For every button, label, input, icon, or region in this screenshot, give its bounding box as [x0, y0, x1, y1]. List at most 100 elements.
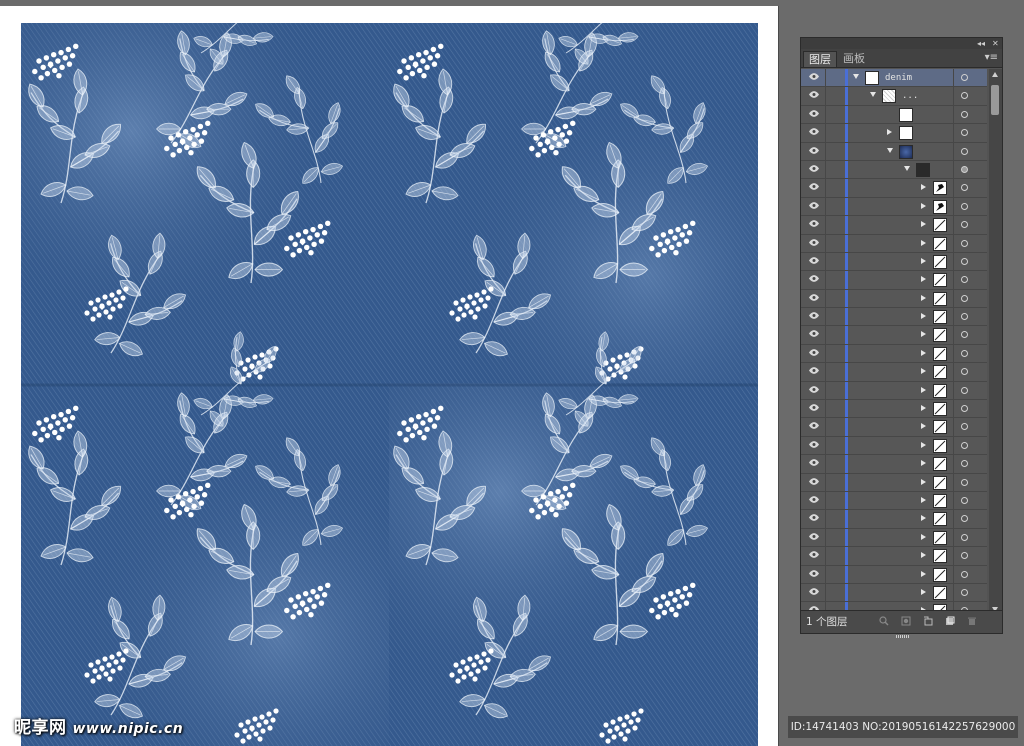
visibility-eye-icon[interactable]	[809, 128, 819, 136]
visibility-eye-icon[interactable]	[809, 312, 819, 319]
layer-row[interactable]	[801, 473, 987, 492]
layer-row[interactable]	[801, 583, 987, 603]
expand-arrow-down-icon[interactable]	[853, 74, 859, 79]
expand-arrow-right-icon[interactable]	[921, 184, 926, 191]
visibility-eye-icon[interactable]	[809, 73, 819, 80]
visibility-eye-icon[interactable]	[809, 257, 819, 264]
layer-row[interactable]	[801, 436, 987, 456]
target-circle-icon[interactable]	[961, 165, 968, 173]
lock-toggle[interactable]	[825, 124, 826, 142]
scroll-up-icon[interactable]	[992, 72, 998, 77]
tab-layers[interactable]: 图层	[803, 51, 837, 67]
layer-row[interactable]	[801, 289, 987, 309]
layer-name[interactable]: ...	[902, 87, 918, 105]
lock-toggle[interactable]	[825, 271, 826, 289]
artboard[interactable]	[0, 6, 779, 746]
layer-row[interactable]	[801, 252, 987, 272]
lock-toggle[interactable]	[825, 381, 826, 400]
layer-row[interactable]	[801, 400, 987, 419]
lock-toggle[interactable]	[825, 528, 826, 547]
visibility-eye-icon[interactable]	[809, 459, 819, 467]
visibility-eye-icon[interactable]	[809, 367, 819, 375]
expand-arrow-down-icon[interactable]	[870, 92, 876, 98]
layer-row[interactable]: ...	[801, 87, 987, 106]
target-circle-icon[interactable]	[961, 570, 968, 578]
target-circle-icon[interactable]	[961, 74, 968, 81]
lock-toggle[interactable]	[825, 142, 826, 160]
visibility-eye-icon[interactable]	[809, 440, 819, 448]
lock-toggle[interactable]	[825, 547, 826, 565]
close-panel-icon[interactable]: ✕	[992, 38, 999, 49]
expand-arrow-right-icon[interactable]	[921, 533, 926, 540]
lock-toggle[interactable]	[825, 400, 826, 418]
target-circle-icon[interactable]	[961, 129, 968, 137]
visibility-eye-icon[interactable]	[809, 532, 819, 540]
visibility-eye-icon[interactable]	[809, 275, 819, 283]
layers-panel[interactable]: ◂◂ ✕ 图层 画板 ▾≡ denim... 1 个图层	[800, 37, 1003, 638]
expand-arrow-right-icon[interactable]	[921, 423, 926, 430]
lock-toggle[interactable]	[825, 160, 826, 179]
make-clipping-mask-icon[interactable]	[901, 616, 911, 626]
target-circle-icon[interactable]	[961, 478, 968, 486]
target-circle-icon[interactable]	[961, 294, 968, 302]
expand-arrow-down-icon[interactable]	[904, 165, 910, 171]
layer-row[interactable]: denim	[801, 69, 987, 88]
layer-row[interactable]	[801, 344, 987, 364]
target-circle-icon[interactable]	[961, 552, 968, 560]
lock-toggle[interactable]	[825, 87, 826, 105]
layer-row[interactable]	[801, 308, 987, 327]
expand-arrow-right-icon[interactable]	[921, 294, 926, 301]
target-circle-icon[interactable]	[961, 276, 968, 284]
lock-toggle[interactable]	[825, 69, 826, 87]
layer-row[interactable]	[801, 142, 987, 161]
panel-resize-grip[interactable]	[896, 635, 910, 638]
expand-arrow-right-icon[interactable]	[921, 386, 926, 393]
lock-toggle[interactable]	[825, 583, 826, 602]
target-circle-icon[interactable]	[961, 533, 968, 541]
target-circle-icon[interactable]	[961, 368, 968, 376]
layer-row[interactable]	[801, 216, 987, 235]
layer-row[interactable]	[801, 105, 987, 125]
layer-row[interactable]	[801, 602, 987, 610]
visibility-eye-icon[interactable]	[809, 220, 819, 227]
target-circle-icon[interactable]	[961, 588, 968, 596]
layer-row[interactable]	[801, 179, 987, 198]
layer-row[interactable]	[801, 363, 987, 382]
layer-row[interactable]	[801, 271, 987, 290]
target-circle-icon[interactable]	[961, 496, 968, 504]
expand-arrow-right-icon[interactable]	[921, 515, 926, 522]
target-circle-icon[interactable]	[961, 441, 968, 449]
expand-arrow-right-icon[interactable]	[921, 460, 926, 467]
layer-row[interactable]	[801, 418, 987, 437]
lock-toggle[interactable]	[825, 308, 826, 326]
visibility-eye-icon[interactable]	[809, 385, 819, 393]
target-circle-icon[interactable]	[961, 221, 968, 229]
expand-arrow-down-icon[interactable]	[887, 147, 893, 153]
lock-toggle[interactable]	[825, 234, 826, 252]
lock-toggle[interactable]	[825, 418, 826, 436]
expand-arrow-right-icon[interactable]	[921, 368, 926, 375]
lock-toggle[interactable]	[825, 510, 826, 528]
visibility-eye-icon[interactable]	[809, 165, 819, 172]
lock-toggle[interactable]	[825, 344, 826, 363]
expand-arrow-right-icon[interactable]	[921, 331, 926, 338]
panel-menu-icon[interactable]: ▾≡	[985, 52, 998, 63]
visibility-eye-icon[interactable]	[809, 201, 819, 209]
layer-row[interactable]	[801, 381, 987, 401]
target-circle-icon[interactable]	[961, 423, 968, 431]
layer-row[interactable]	[801, 510, 987, 529]
expand-arrow-right-icon[interactable]	[921, 441, 926, 448]
target-circle-icon[interactable]	[961, 147, 968, 155]
collapse-panel-icon[interactable]: ◂◂	[977, 38, 985, 49]
expand-arrow-right-icon[interactable]	[887, 129, 892, 136]
visibility-eye-icon[interactable]	[809, 348, 819, 356]
visibility-eye-icon[interactable]	[809, 330, 819, 338]
layer-row[interactable]	[801, 160, 987, 180]
visibility-eye-icon[interactable]	[809, 422, 819, 430]
expand-arrow-right-icon[interactable]	[921, 570, 926, 577]
visibility-eye-icon[interactable]	[809, 477, 819, 485]
lock-toggle[interactable]	[825, 326, 826, 344]
expand-arrow-right-icon[interactable]	[921, 405, 926, 412]
visibility-eye-icon[interactable]	[809, 569, 819, 577]
expand-arrow-right-icon[interactable]	[921, 221, 926, 228]
